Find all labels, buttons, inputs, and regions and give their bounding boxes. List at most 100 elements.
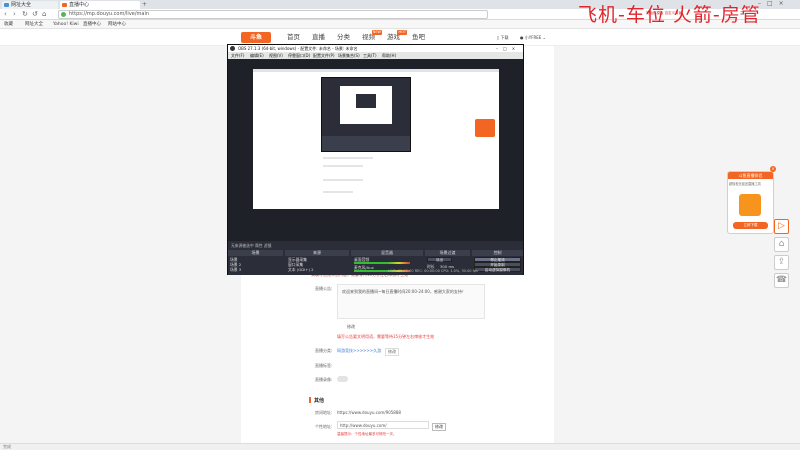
announce-textarea[interactable]: 欢迎来到我的直播间~每日直播时间20:00-24:00，感谢大家的支持！ <box>337 284 485 319</box>
obs-menu-edit[interactable]: 编辑(E) <box>250 52 264 59</box>
obs-title-text: OBS 27.1.3 (64-bit, windows) - 配置文件: 未命名… <box>238 46 358 51</box>
captured-text-line <box>323 191 353 193</box>
custom-address-input[interactable]: http://www.douyu.com/ <box>337 421 429 429</box>
section-marker <box>309 397 311 403</box>
bookmark-item[interactable]: 网站中心 <box>108 21 126 28</box>
custom-address-label: 个性地址: <box>315 424 333 429</box>
category-modify-button[interactable]: 修改 <box>385 348 399 356</box>
browser-tab-2[interactable]: 直播中心 <box>60 1 140 9</box>
secure-lock-icon <box>61 12 66 17</box>
play-icon[interactable]: ▷ <box>774 219 789 234</box>
obs-menu-help[interactable]: 帮助(H) <box>382 52 396 59</box>
obs-window: OBS 27.1.3 (64-bit, windows) - 配置文件: 未命名… <box>227 44 524 275</box>
promo-title: 斗鱼直播伴侣 <box>728 172 773 179</box>
douyu-logo[interactable]: 斗鱼 <box>241 32 271 43</box>
obs-menubar: 文件(F) 编辑(E) 视图(V) 停靠窗口(D) 配置文件(P) 场景集合(S… <box>228 52 523 59</box>
nav-live[interactable]: 直播 <box>312 33 325 42</box>
announce-warning: 填写公告要文明用语，需要等待15分钟左右审核才生效 <box>337 334 435 339</box>
scene-item[interactable]: 场景 3 <box>230 267 241 273</box>
window-controls[interactable]: –□× <box>758 0 790 8</box>
obs-docks: 场景 来源 混音器 场景过渡 控制 场景 场景 2 场景 3 显示器采集 窗口采… <box>228 250 523 275</box>
mixer-meter <box>354 262 410 264</box>
obs-menu-profile[interactable]: 配置文件(P) <box>313 52 335 59</box>
nav-category[interactable]: 分类 <box>337 33 350 42</box>
nested-capture <box>340 86 392 124</box>
download-link[interactable]: ▯ 下载 <box>497 33 508 42</box>
promo-close-icon[interactable]: × <box>770 166 776 172</box>
undo-icon[interactable]: ↺ <box>32 10 38 19</box>
custom-address-modify-button[interactable]: 修改 <box>432 423 446 431</box>
custom-address-value: http://www.douyu.com/ <box>340 423 387 428</box>
tab-favicon-icon <box>4 3 9 7</box>
dock-transition-header: 场景过渡 <box>425 250 470 256</box>
bookmark-item[interactable]: 网址大全 <box>25 21 43 28</box>
share-icon[interactable]: ⇪ <box>774 255 789 270</box>
captured-text-line <box>323 179 363 181</box>
dock-mixer-header: 混音器 <box>351 250 423 256</box>
promo-subtitle: 超轻松无延迟直播工具 <box>729 182 761 186</box>
captured-text-line <box>323 157 373 159</box>
dock-sources-header: 来源 <box>285 250 349 256</box>
announce-modify-button[interactable]: 修改 <box>347 324 355 330</box>
obs-source-toolbar: 无来源被选中 属性 滤镜 <box>228 241 523 250</box>
nested-docks <box>322 136 410 151</box>
dock-controls-header: 控制 <box>472 250 523 256</box>
tag-label: 直播标签: <box>315 363 333 368</box>
promo-app-icon <box>739 194 761 216</box>
bookmark-item[interactable]: Yahoo! Kiwi <box>53 21 79 28</box>
room-address-value: https://www.douyu.com/905888 <box>337 410 401 415</box>
record-label: 直播录像: <box>315 377 333 382</box>
obs-window-controls[interactable]: –□× <box>496 45 520 52</box>
browser-status-bar: 完成 <box>0 443 800 450</box>
forward-icon[interactable]: › <box>13 10 16 19</box>
back-icon[interactable]: ‹ <box>4 10 7 19</box>
companion-promo-card[interactable]: 斗鱼直播伴侣 超轻松无延迟直播工具 立即下载 × <box>727 166 776 234</box>
tab-label: 网址大全 <box>11 2 32 8</box>
obs-menu-file[interactable]: 文件(F) <box>231 52 244 59</box>
obs-menu-tools[interactable]: 工具(T) <box>363 52 377 59</box>
nested-obs-window-2 <box>356 94 376 108</box>
record-toggle[interactable] <box>337 376 348 382</box>
obs-status-bar: LIVE: 00:00:00 REC: 00:00:00 CPU: 1.0%, … <box>388 269 478 273</box>
nav-fishbar[interactable]: 鱼吧 <box>412 33 425 42</box>
nav-video[interactable]: 视频 NEW <box>362 30 382 42</box>
announce-label: 直播公告: <box>315 286 333 291</box>
obs-menu-view[interactable]: 视图(V) <box>269 52 283 59</box>
user-menu[interactable]: ● 小YFREE ⌄ <box>520 33 546 42</box>
hot-badge: HOT <box>397 30 407 35</box>
address-bar[interactable]: https://mp.douyu.com/live/main <box>58 10 488 19</box>
tab-favicon-icon <box>62 3 67 7</box>
download-label: 下载 <box>500 35 509 40</box>
source-item[interactable]: 文本 (GDI+) 2 <box>288 267 314 273</box>
promo-download-button[interactable]: 立即下载 <box>733 222 768 229</box>
captured-text-line <box>323 165 363 167</box>
home-icon[interactable]: ⌂ <box>42 10 46 19</box>
overlay-subtext: 初始化模板 自定义背景 <box>646 11 683 15</box>
bookmark-item[interactable]: 收藏 <box>4 21 13 28</box>
obs-menu-docks[interactable]: 停靠窗口(D) <box>288 52 310 59</box>
username: 小YFREE <box>524 35 542 40</box>
obs-preview[interactable] <box>228 59 523 250</box>
category-link[interactable]: 网游竞技>>>>>>久游 <box>337 348 381 354</box>
category-label: 直播分类: <box>315 348 333 353</box>
nested-obs-window <box>321 77 411 152</box>
nav-game[interactable]: 游戏 HOT <box>387 30 407 42</box>
new-tab-icon[interactable]: + <box>142 1 147 9</box>
new-badge: NEW <box>371 30 382 35</box>
refresh-icon[interactable]: ↻ <box>22 10 28 19</box>
obs-titlebar: OBS 27.1.3 (64-bit, windows) - 配置文件: 未命名… <box>228 45 523 52</box>
announce-text: 欢迎来到我的直播间~每日直播时间20:00-24:00，感谢大家的支持！ <box>342 289 466 294</box>
browser-tab-1[interactable]: 网址大全 <box>2 1 58 9</box>
captured-tabbar <box>253 69 499 72</box>
support-icon[interactable]: ☎ <box>774 273 789 288</box>
dock-scenes-header: 场景 <box>228 250 283 256</box>
nav-home[interactable]: 首页 <box>287 33 300 42</box>
bookmark-item[interactable]: 直播中心 <box>83 21 101 28</box>
obs-menu-scenecollection[interactable]: 场景集合(S) <box>338 52 360 59</box>
transition-select[interactable]: 淡出 <box>427 257 452 262</box>
room-address-label: 房间地址: <box>315 410 333 415</box>
home-side-icon[interactable]: ⌂ <box>774 237 789 252</box>
status-text: 完成 <box>3 444 11 449</box>
url-text: https://mp.douyu.com/live/main <box>69 11 150 17</box>
virtual-camera-button[interactable]: 启动虚拟摄像机 <box>474 267 521 272</box>
